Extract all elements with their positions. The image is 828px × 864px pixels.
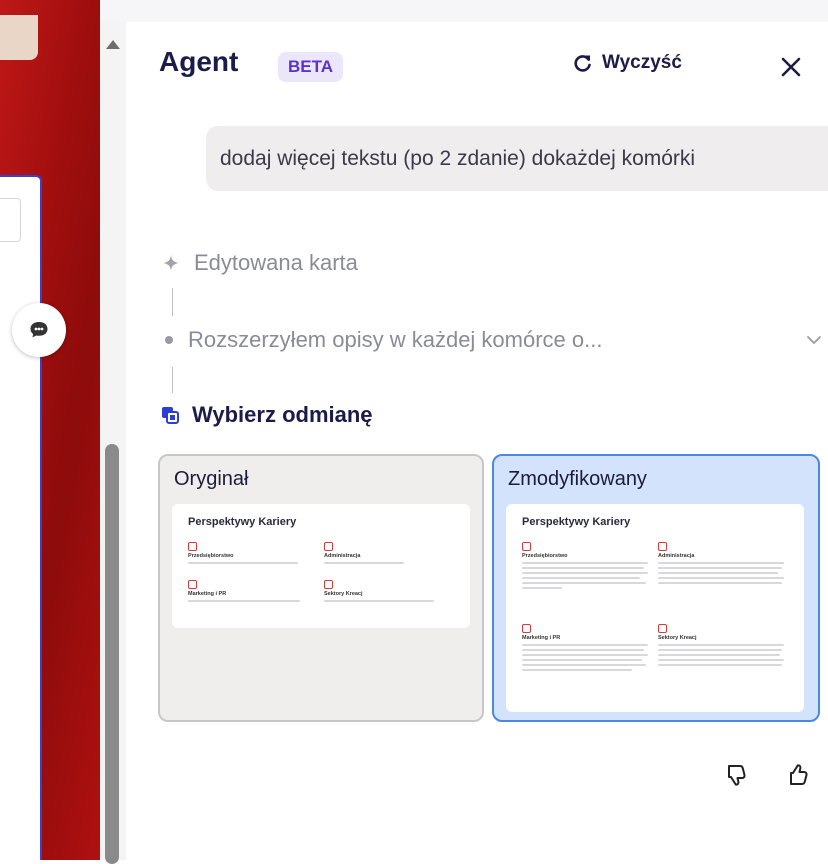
canvas-tab <box>0 15 38 60</box>
preview-item: Sektory Kreacj <box>324 580 454 602</box>
chevron-down-icon[interactable] <box>804 330 824 350</box>
top-bar <box>55 0 828 23</box>
preview-item: Przedsiębiorstwo <box>188 542 318 564</box>
variants-icon <box>162 407 179 424</box>
clear-label: Wyczyść <box>602 52 682 73</box>
canvas-card[interactable] <box>0 175 42 860</box>
variant-title: Oryginał <box>174 468 249 490</box>
timeline-connector <box>172 367 173 393</box>
variant-modified[interactable]: Zmodyfikowany Perspektywy Kariery Przeds… <box>492 454 820 722</box>
preview-item: Sektory Kreacj <box>658 624 788 666</box>
comment-icon <box>30 322 48 338</box>
scroll-up-arrow[interactable] <box>106 40 120 49</box>
variant-preview: Perspektywy Kariery Przedsiębiorstwo Adm… <box>506 504 804 712</box>
agent-panel: Agent BETA Wyczyść dodaj więcej tekstu (… <box>126 22 828 860</box>
variant-title: Zmodyfikowany <box>508 468 647 490</box>
comment-button[interactable] <box>12 303 66 357</box>
beta-badge: BETA <box>278 52 344 82</box>
choose-variant-heading: Wybierz odmianę <box>160 402 373 428</box>
preview-item: Przedsiębiorstwo <box>522 542 652 589</box>
variant-original[interactable]: Oryginał Perspektywy Kariery Przedsiębio… <box>158 454 484 722</box>
preview-item: Administracja <box>324 542 454 564</box>
timeline-connector <box>172 288 173 316</box>
step-label: Edytowana karta <box>194 250 358 275</box>
preview-title: Perspektywy Kariery <box>188 516 297 528</box>
choose-label: Wybierz odmianę <box>192 402 373 427</box>
preview-title: Perspektywy Kariery <box>522 516 631 528</box>
vertical-scrollbar[interactable] <box>100 22 126 864</box>
preview-item: Marketing i PR <box>522 624 652 671</box>
preview-item: Marketing i PR <box>188 580 318 602</box>
preview-item: Administracja <box>658 542 788 584</box>
thumbs-up-icon[interactable] <box>786 762 812 788</box>
step-edited-card: Edytowana karta <box>160 250 358 276</box>
user-message: dodaj więcej tekstu (po 2 zdanie) dokażd… <box>206 126 828 191</box>
close-icon[interactable] <box>774 50 808 84</box>
refresh-icon <box>574 55 591 72</box>
canvas-card-element[interactable] <box>0 198 21 242</box>
sparkle-icon <box>163 255 179 271</box>
step-label: Rozszerzyłem opisy w każdej komórce o... <box>188 327 603 352</box>
slide-canvas[interactable] <box>0 0 100 860</box>
panel-title: Agent <box>159 46 239 77</box>
clear-button[interactable]: Wyczyść <box>572 52 682 74</box>
dot-icon <box>165 336 173 344</box>
step-expanded-descriptions[interactable]: Rozszerzyłem opisy w każdej komórce o... <box>160 327 602 353</box>
variant-preview: Perspektywy Kariery Przedsiębiorstwo Adm… <box>172 504 470 628</box>
scroll-thumb[interactable] <box>105 444 119 864</box>
thumbs-down-icon[interactable] <box>724 762 750 788</box>
